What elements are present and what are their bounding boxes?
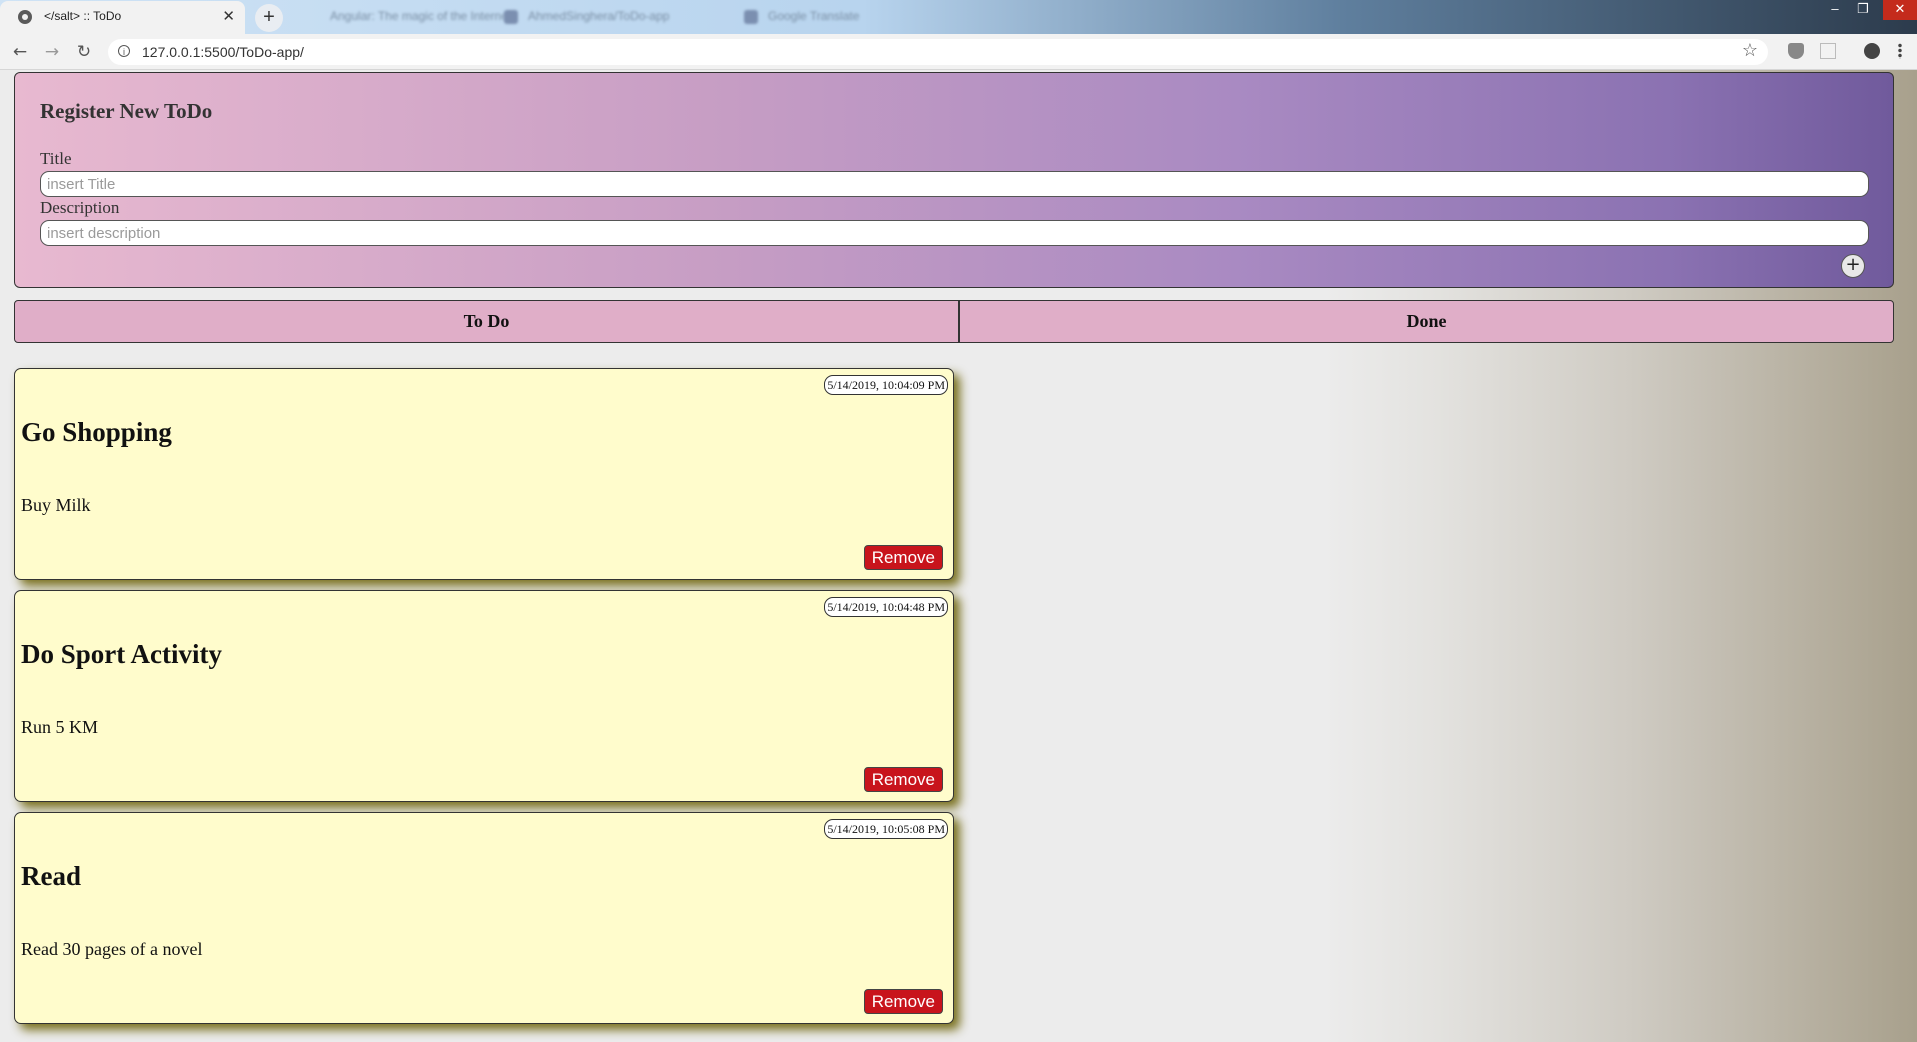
profile-avatar-icon[interactable] [1864, 43, 1880, 59]
timestamp-badge: 5/14/2019, 10:04:09 PM [824, 375, 948, 395]
remove-button[interactable]: Remove [863, 989, 943, 1014]
todo-card: 5/14/2019, 10:04:48 PM Do Sport Activity… [14, 590, 954, 802]
description-label: Description [40, 198, 120, 217]
description-input[interactable] [40, 220, 1869, 246]
page-body: Register New ToDo Title Description + To… [0, 70, 1917, 1042]
extension-icon[interactable] [1820, 43, 1836, 59]
status-tabs: To Do Done [14, 300, 1894, 343]
todo-card: 5/14/2019, 10:04:09 PM Go Shopping Buy M… [14, 368, 954, 580]
info-icon[interactable]: i [118, 45, 130, 57]
todo-card: 5/14/2019, 10:05:08 PM Read Read 30 page… [14, 812, 954, 1024]
restore-icon[interactable]: ❐ [1849, 0, 1877, 20]
tab-title: Angular: The magic of the Internet [330, 9, 512, 23]
todo-description: Buy Milk [21, 495, 91, 515]
tab-done[interactable]: Done [960, 301, 1893, 342]
address-bar[interactable]: i 127.0.0.1:5500/ToDo-app/ ☆ [108, 39, 1768, 65]
title-input[interactable] [40, 171, 1869, 197]
minimize-icon[interactable]: – [1821, 0, 1849, 20]
form-heading: Register New ToDo [40, 99, 213, 123]
todo-title: Go Shopping [21, 417, 172, 447]
tab-title: AhmedSinghera/ToDo-app [528, 9, 670, 23]
add-todo-button[interactable]: + [1841, 254, 1865, 278]
window-close-icon[interactable]: ✕ [1883, 0, 1917, 20]
todo-description: Read 30 pages of a novel [21, 939, 203, 959]
tab-todo[interactable]: To Do [15, 301, 960, 342]
timestamp-badge: 5/14/2019, 10:04:48 PM [824, 597, 948, 617]
remove-button[interactable]: Remove [863, 767, 943, 792]
tab-title: </salt> :: ToDo [44, 9, 122, 23]
forward-icon[interactable]: → [40, 40, 64, 64]
browser-toolbar: ← → ↻ i 127.0.0.1:5500/ToDo-app/ ☆ [0, 34, 1917, 70]
tab-close-icon[interactable]: ✕ [222, 7, 235, 25]
browser-tab-background[interactable]: Google Translate [730, 1, 960, 34]
github-icon [504, 10, 518, 24]
register-todo-form: Register New ToDo Title Description + [14, 72, 1894, 288]
menu-dots-icon[interactable] [1898, 43, 1902, 59]
todo-description: Run 5 KM [21, 717, 99, 737]
back-icon[interactable]: ← [8, 40, 32, 64]
browser-tab-background[interactable]: Angular: The magic of the Internet [292, 1, 511, 34]
translate-icon [744, 10, 758, 24]
todo-title: Do Sport Activity [21, 639, 222, 669]
browser-tab-bar: </salt> :: ToDo ✕ + Angular: The magic o… [0, 0, 1917, 34]
timestamp-badge: 5/14/2019, 10:05:08 PM [824, 819, 948, 839]
browser-tab-background[interactable]: AhmedSinghera/ToDo-app [490, 1, 720, 34]
site-favicon-icon [18, 10, 32, 24]
todo-title: Read [21, 861, 81, 891]
reload-icon[interactable]: ↻ [72, 40, 96, 64]
browser-tab-active[interactable]: </salt> :: ToDo ✕ [0, 1, 245, 34]
tab-title: Google Translate [768, 9, 860, 23]
title-label: Title [40, 149, 72, 168]
url-text: 127.0.0.1:5500/ToDo-app/ [142, 44, 304, 60]
new-tab-button[interactable]: + [255, 4, 283, 32]
remove-button[interactable]: Remove [863, 545, 943, 570]
bookmark-star-icon[interactable]: ☆ [1742, 40, 1758, 61]
extension-shield-icon[interactable] [1788, 43, 1804, 59]
